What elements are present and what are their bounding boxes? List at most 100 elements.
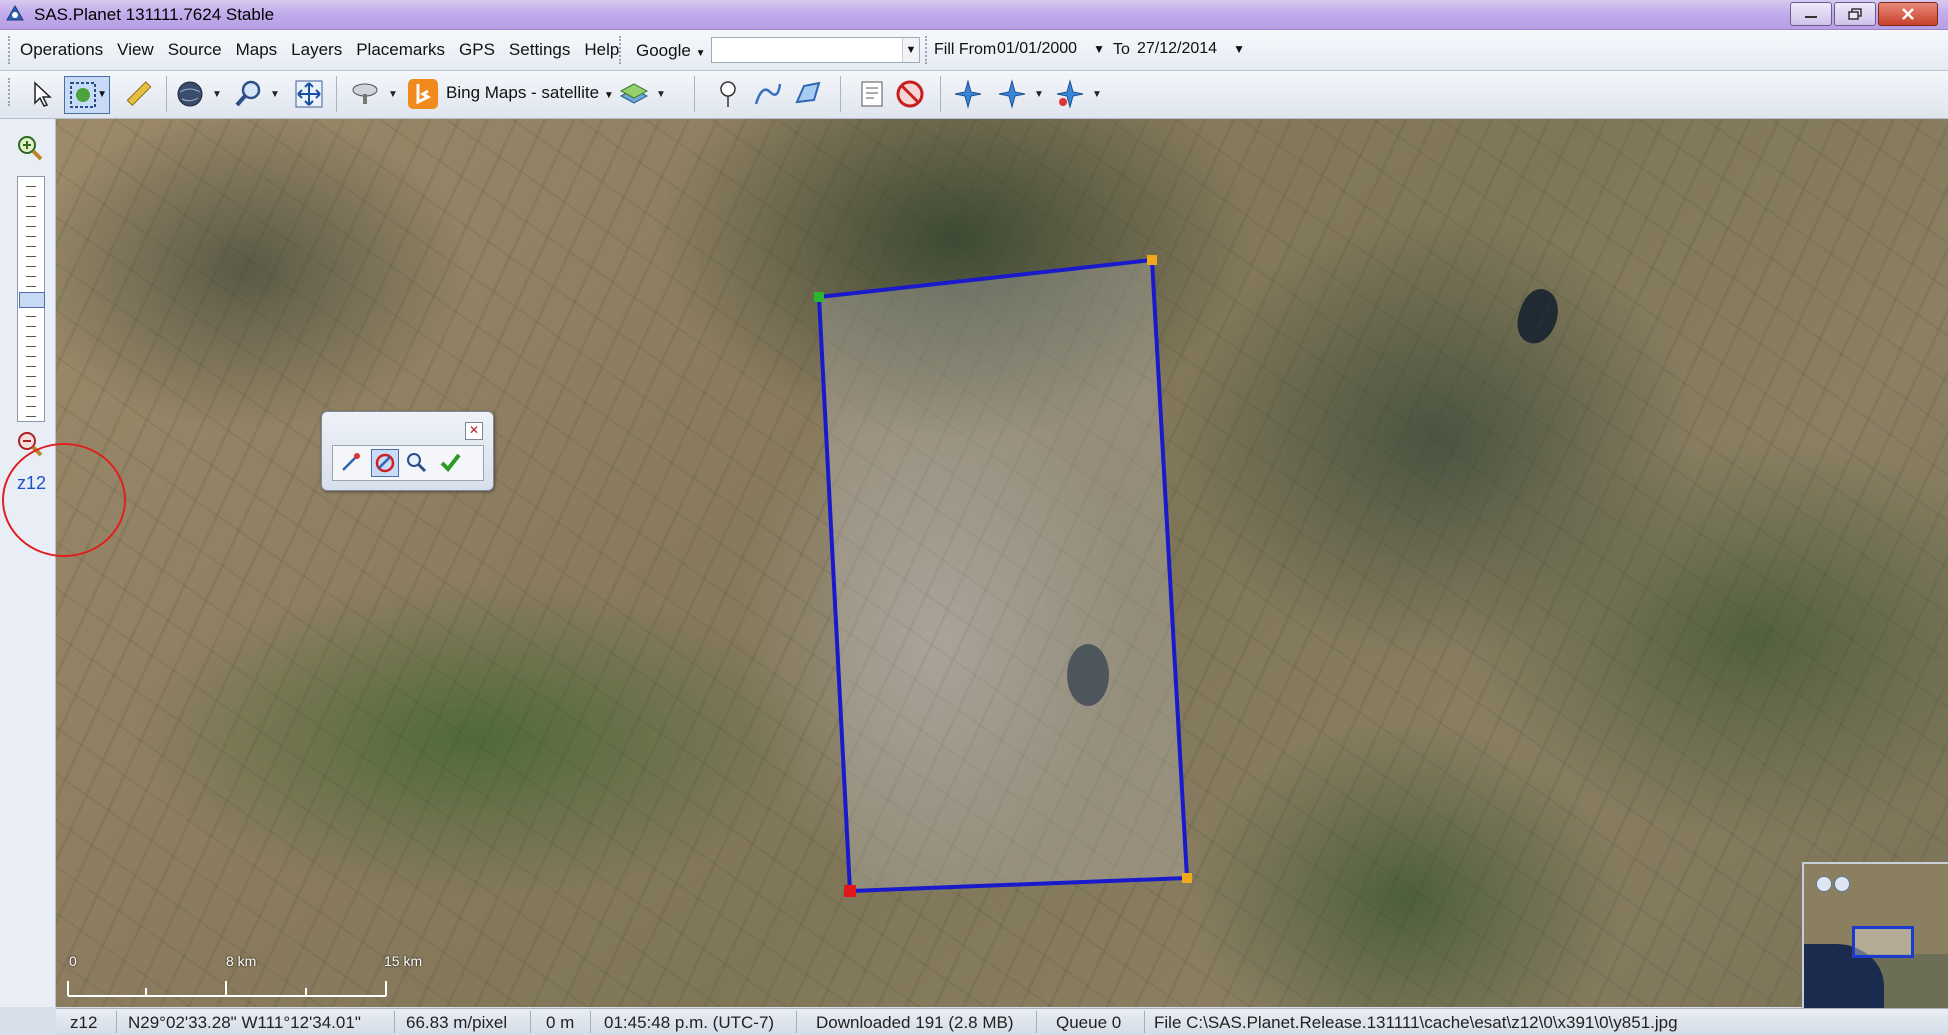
window-controls	[1788, 2, 1938, 26]
status-bar: z12 N29°02'33.28" W111°12'34.01" 66.83 m…	[56, 1008, 1948, 1035]
search-input[interactable]: ▼	[711, 37, 920, 63]
menu-grip[interactable]	[8, 36, 13, 64]
close-button[interactable]	[1878, 2, 1938, 26]
selection-vertex[interactable]	[1147, 255, 1157, 265]
mini-map[interactable]	[1802, 862, 1948, 1011]
app-globe-icon	[6, 5, 24, 21]
bing-logo-icon[interactable]	[407, 78, 439, 110]
fill-grip[interactable]	[925, 36, 930, 64]
chevron-down-icon: ▼	[1093, 42, 1105, 56]
zoom-in-icon[interactable]	[16, 134, 44, 162]
chevron-down-icon: ▼	[1233, 42, 1245, 56]
add-point-icon	[342, 453, 360, 471]
chevron-down-icon[interactable]: ▼	[1034, 89, 1044, 100]
ruler-icon[interactable]	[122, 78, 154, 110]
status-queue: Queue 0	[1056, 1013, 1122, 1032]
map-source-label: Bing Maps - satellite	[446, 83, 600, 102]
status-coordinates: N29°02'33.28" W111°12'34.01"	[128, 1013, 361, 1032]
fill-to-date-value: 27/12/2014	[1137, 40, 1218, 57]
gps-center-icon[interactable]	[1054, 78, 1086, 110]
close-icon	[1902, 8, 1914, 20]
menu-gps[interactable]: GPS	[459, 40, 495, 60]
status-file-path: File C:\SAS.Planet.Release.131111\cache\…	[1154, 1013, 1678, 1032]
minimize-icon	[1805, 16, 1817, 18]
satellite-dish-icon[interactable]	[350, 78, 382, 110]
placemark-icon[interactable]	[712, 78, 744, 110]
chevron-down-icon: ▼	[97, 89, 107, 100]
chevron-down-icon: ▼	[603, 90, 614, 101]
scale-tick-15km: 15 km	[384, 953, 423, 969]
hide-placemarks-icon[interactable]	[894, 78, 926, 110]
gps-track-icon[interactable]	[996, 78, 1028, 110]
toolbar-grip[interactable]	[8, 78, 13, 106]
pointer-tool-icon[interactable]	[26, 78, 58, 110]
selection-vertex[interactable]	[1182, 873, 1192, 883]
fill-from-label: Fill From	[934, 41, 997, 58]
chevron-down-icon[interactable]: ▼	[656, 89, 666, 100]
placemark-list-icon[interactable]	[856, 78, 888, 110]
add-point-button[interactable]	[338, 449, 364, 475]
fill-to-date-picker[interactable]: 27/12/2014 ▼	[1134, 37, 1249, 61]
zoom-to-selection-button[interactable]	[403, 449, 429, 475]
selection-vertex[interactable]	[844, 885, 856, 897]
zoom-search-icon[interactable]	[232, 78, 264, 110]
selection-vertex[interactable]	[814, 292, 824, 302]
zoom-slider-thumb[interactable]	[19, 292, 45, 308]
search-dropdown-arrow[interactable]: ▼	[902, 38, 919, 62]
menu-layers[interactable]: Layers	[291, 40, 342, 60]
menu-maps[interactable]: Maps	[236, 40, 278, 60]
polygon-selection-toolbox[interactable]: ✕	[321, 411, 494, 491]
scale-bar	[67, 981, 387, 997]
restore-icon	[1848, 8, 1862, 20]
map-source-selector[interactable]: Bing Maps - satellite ▼	[446, 83, 614, 103]
check-icon	[440, 453, 461, 473]
chevron-down-icon[interactable]: ▼	[388, 89, 398, 100]
fullscreen-icon[interactable]	[293, 78, 325, 110]
confirm-selection-button[interactable]	[437, 449, 463, 475]
mini-map-zoom-out-icon[interactable]	[1834, 876, 1850, 892]
scale-tick-8km: 8 km	[226, 953, 257, 969]
menu-placemarks[interactable]: Placemarks	[356, 40, 445, 60]
search-provider-dropdown[interactable]: Google ▼	[636, 41, 705, 61]
menu-view[interactable]: View	[117, 40, 154, 60]
highlight-circle	[2, 443, 126, 557]
chevron-down-icon[interactable]: ▼	[1092, 89, 1102, 100]
minimize-button[interactable]	[1790, 2, 1832, 26]
search-provider-label: Google	[636, 41, 691, 60]
status-downloaded: Downloaded 191 (2.8 MB)	[816, 1013, 1014, 1032]
status-zoom: z12	[70, 1013, 98, 1032]
fill-from-date-picker[interactable]: 01/01/2000 ▼	[994, 37, 1109, 61]
fill-to-label: To	[1113, 41, 1130, 58]
selection-polygon[interactable]	[816, 257, 1190, 894]
fill-from-date-value: 01/01/2000	[997, 40, 1078, 57]
menu-operations[interactable]: Operations	[20, 40, 103, 60]
toolbox-buttons	[332, 445, 484, 481]
status-altitude: 0 m	[546, 1013, 575, 1032]
menu-settings[interactable]: Settings	[509, 40, 570, 60]
polygon-icon[interactable]	[792, 78, 824, 110]
rect-select-icon	[70, 82, 96, 108]
menu-help[interactable]: Help	[584, 40, 619, 60]
scale-tick-0: 0	[69, 953, 77, 969]
chevron-down-icon[interactable]: ▼	[212, 89, 222, 100]
delete-point-icon	[375, 453, 395, 473]
path-icon[interactable]	[752, 78, 784, 110]
restore-button[interactable]	[1834, 2, 1876, 26]
title-bar: SAS.Planet 131111.7624 Stable	[0, 0, 1948, 30]
chevron-down-icon[interactable]: ▼	[270, 89, 280, 100]
selection-tool-button[interactable]: ▼	[64, 76, 110, 114]
gps-icon[interactable]	[952, 78, 984, 110]
main-menu: Operations View Source Maps Layers Place…	[20, 40, 633, 60]
chevron-down-icon: ▼	[695, 48, 706, 59]
mini-map-viewport[interactable]	[1852, 926, 1914, 958]
window-title: SAS.Planet 131111.7624 Stable	[34, 5, 275, 24]
mini-map-zoom-in-icon[interactable]	[1816, 876, 1832, 892]
close-icon[interactable]: ✕	[465, 422, 483, 440]
magnifier-icon	[407, 453, 427, 473]
selection-overlay	[67, 255, 1192, 997]
search-grip[interactable]	[619, 36, 624, 64]
menu-source[interactable]: Source	[168, 40, 222, 60]
globe-icon[interactable]	[174, 78, 206, 110]
delete-point-button[interactable]	[371, 449, 399, 477]
layers-icon[interactable]	[618, 78, 650, 110]
